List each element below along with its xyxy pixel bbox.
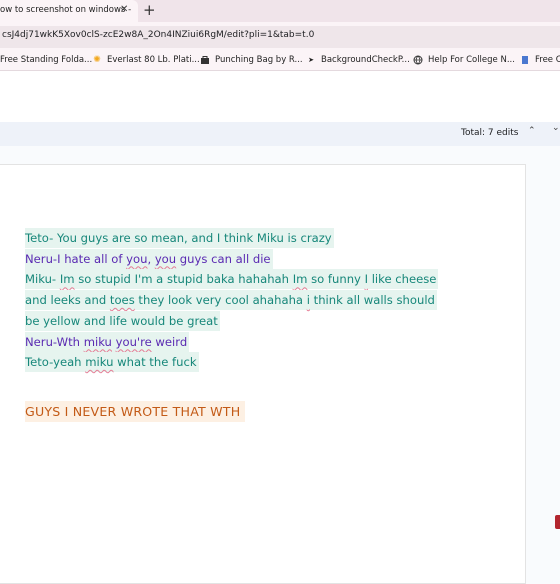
- side-panel-tab[interactable]: [555, 515, 560, 529]
- next-edit-icon[interactable]: ⌄: [552, 123, 560, 133]
- bookmark-item[interactable]: ✺ Everlast 80 Lb. Plati...: [92, 55, 200, 65]
- browser-tab[interactable]: ow to screenshot on windows - ✕: [0, 0, 138, 22]
- text-run: guys can all die: [176, 251, 271, 266]
- bookmark-item[interactable]: ➤ BackgroundCheckP...: [306, 55, 410, 65]
- flagged-word: Im: [59, 272, 75, 287]
- teto-line: Teto- You guys are so mean, and I think …: [25, 228, 334, 248]
- text-run: think all walls should: [309, 293, 435, 308]
- new-tab-button[interactable]: +: [143, 1, 156, 19]
- document-body[interactable]: Teto- You guys are so mean, and I think …: [25, 228, 439, 373]
- text-run: Miku-: [25, 272, 60, 287]
- flagged-word: you're: [115, 334, 152, 349]
- teto-line: Teto-yeah miku what the fuck: [25, 352, 199, 373]
- text-line: Neru-I hate all of you, you guys can all…: [25, 248, 438, 270]
- text-run: Neru-I hate all of: [25, 251, 127, 266]
- flagged-word: miku: [85, 355, 114, 370]
- miku-line: be yellow and life would be great: [25, 310, 220, 331]
- tab-strip: ow to screenshot on windows - ✕ +: [0, 0, 560, 22]
- bookmark-label: Free Standing Folda...: [0, 55, 93, 65]
- total-edits-label: Total: 7 edits: [461, 128, 519, 138]
- bookmarks-bar: Free Standing Folda... ✺ Everlast 80 Lb.…: [0, 50, 560, 71]
- text-run: they look very cool ahahaha: [134, 293, 307, 308]
- text-run: weird: [151, 334, 188, 349]
- text-run: Teto-yeah: [25, 355, 86, 370]
- miku-line: Miku- Im so stupid I'm a stupid baka hah…: [25, 269, 439, 290]
- flagged-word: toes: [109, 293, 135, 308]
- sun-icon: ✺: [93, 55, 101, 65]
- previous-edit-icon[interactable]: ⌃: [528, 126, 536, 136]
- text-run: like cheese: [368, 272, 437, 287]
- bookmark-item[interactable]: Free Standing Folda...: [0, 55, 92, 65]
- arrow-icon: ➤: [308, 56, 314, 64]
- text-line: Miku- Im so stupid I'm a stupid baka hah…: [25, 269, 439, 290]
- document-page[interactable]: [0, 164, 526, 584]
- version-history-toolbar: Total: 7 edits ⌃ ⌄: [0, 122, 560, 146]
- tab-title: ow to screenshot on windows -: [0, 5, 132, 15]
- closing-line: GUYS I NEVER WROTE THAT WTH: [25, 401, 246, 422]
- neru-line: Neru-Wth miku you're weird: [25, 331, 190, 352]
- text-line: Teto-yeah miku what the fuck: [25, 352, 438, 373]
- text-run: and leeks and: [25, 293, 110, 308]
- flagged-word: you: [126, 251, 148, 266]
- text-line: and leeks and toes they look very cool a…: [25, 290, 438, 311]
- bookmark-label: Free C: [535, 55, 560, 65]
- docs-header: [0, 71, 560, 122]
- text-line: Neru-Wth miku you're weird: [25, 331, 438, 353]
- text-line: be yellow and life would be great: [25, 310, 438, 332]
- bookmark-label: Help For College N...: [428, 55, 515, 65]
- neru-line: Neru-I hate all of you, you guys can all…: [25, 248, 273, 269]
- flagged-word: Im: [292, 272, 308, 287]
- bookmark-item[interactable]: Free C: [520, 55, 560, 65]
- bookmark-label: Punching Bag by R...: [215, 55, 303, 65]
- bag-icon: [200, 55, 210, 65]
- miku-line: and leeks and toes they look very cool a…: [25, 290, 437, 311]
- bookmark-label: Everlast 80 Lb. Plati...: [107, 55, 200, 65]
- address-bar: csJ4dj71wkK5Xov0clS-zcE2w8A_2On4INZiui6R…: [0, 22, 560, 50]
- globe-icon: [413, 55, 423, 65]
- close-tab-icon[interactable]: ✕: [120, 3, 128, 17]
- text-run: so funny: [307, 272, 365, 287]
- flagged-word: you: [154, 251, 177, 266]
- text-run: so stupid I'm a stupid baka hahahah: [74, 272, 293, 287]
- flagged-word: miku: [83, 334, 112, 349]
- text-run: what the fuck: [113, 355, 197, 370]
- bookmark-label: BackgroundCheckP...: [321, 55, 410, 65]
- url-text[interactable]: csJ4dj71wkK5Xov0clS-zcE2w8A_2On4INZiui6R…: [2, 30, 314, 40]
- doc-icon: [520, 55, 530, 65]
- text-run: Neru-Wth: [25, 334, 84, 349]
- text-run: ,: [147, 251, 155, 266]
- text-line: Teto- You guys are so mean, and I think …: [25, 228, 438, 249]
- bookmark-item[interactable]: Punching Bag by R...: [200, 55, 303, 65]
- bookmark-item[interactable]: Help For College N...: [413, 55, 515, 65]
